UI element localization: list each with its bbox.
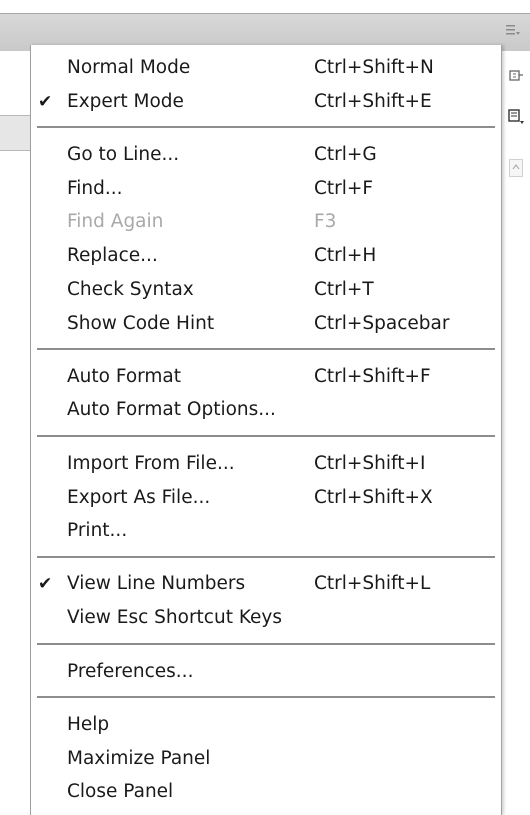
menu-item-help[interactable]: Help — [31, 708, 501, 742]
menu-item-shortcut: Ctrl+Shift+E — [314, 91, 432, 112]
view-options-icon[interactable] — [507, 108, 525, 126]
menu-item-label: View Esc Shortcut Keys — [67, 607, 283, 628]
menu-item-export-as-file[interactable]: Export As File... Ctrl+Shift+X — [31, 481, 501, 515]
menu-item-preferences[interactable]: Preferences... — [31, 655, 501, 689]
menu-item-label: View Line Numbers — [67, 573, 246, 594]
menu-item-label: Preferences... — [67, 661, 194, 682]
menu-separator — [37, 348, 495, 350]
menu-item-label: Go to Line... — [67, 144, 180, 165]
menu-item-view-esc-shortcut-keys[interactable]: View Esc Shortcut Keys — [31, 601, 501, 635]
screen: Normal Mode Ctrl+Shift+N ✔ Expert Mode C… — [0, 0, 530, 815]
menu-item-expert-mode[interactable]: ✔ Expert Mode Ctrl+Shift+E — [31, 85, 501, 119]
script-toolbar-edge — [0, 115, 30, 151]
menu-item-label: Check Syntax — [67, 279, 194, 300]
script-toolbar-right — [500, 51, 530, 815]
menu-item-label: Maximize Panel — [67, 748, 211, 769]
menu-item-find-again: Find Again F3 — [31, 205, 501, 239]
menu-item-shortcut: F3 — [314, 211, 337, 232]
menu-item-label: Expert Mode — [67, 91, 184, 112]
menu-item-shortcut: Ctrl+Shift+X — [314, 487, 433, 508]
menu-separator — [37, 435, 495, 437]
menu-item-label: Find Again — [67, 211, 164, 232]
menu-item-label: Help — [67, 714, 110, 735]
menu-item-label: Auto Format Options... — [67, 399, 276, 420]
menu-item-shortcut: Ctrl+Shift+F — [314, 366, 431, 387]
menu-item-auto-format[interactable]: Auto Format Ctrl+Shift+F — [31, 360, 501, 394]
menu-item-shortcut: Ctrl+Shift+N — [314, 57, 434, 78]
menu-item-maximize-panel[interactable]: Maximize Panel — [31, 742, 501, 776]
menu-item-label: Import From File... — [67, 453, 235, 474]
menu-item-shortcut: Ctrl+Shift+L — [314, 573, 431, 594]
menu-item-view-line-numbers[interactable]: ✔ View Line Numbers Ctrl+Shift+L — [31, 567, 501, 601]
menu-item-shortcut: Ctrl+F — [314, 178, 374, 199]
menu-item-label: Auto Format — [67, 366, 182, 387]
menu-item-replace[interactable]: Replace... Ctrl+H — [31, 239, 501, 273]
menu-item-go-to-line[interactable]: Go to Line... Ctrl+G — [31, 138, 501, 172]
menu-item-label: Normal Mode — [67, 57, 191, 78]
menu-item-normal-mode[interactable]: Normal Mode Ctrl+Shift+N — [31, 51, 501, 85]
menu-item-label: Show Code Hint — [67, 313, 215, 334]
menu-item-import-from-file[interactable]: Import From File... Ctrl+Shift+I — [31, 447, 501, 481]
menu-separator — [37, 556, 495, 558]
menu-item-show-code-hint[interactable]: Show Code Hint Ctrl+Spacebar — [31, 307, 501, 341]
menu-item-shortcut: Ctrl+G — [314, 144, 377, 165]
menu-item-shortcut: Ctrl+T — [314, 279, 374, 300]
menu-item-close-panel[interactable]: Close Panel — [31, 775, 501, 809]
menu-item-shortcut: Ctrl+H — [314, 245, 377, 266]
checkmark-icon: ✔ — [38, 92, 53, 112]
menu-item-label: Replace... — [67, 245, 158, 266]
menu-item-label: Close Panel — [67, 781, 174, 802]
panel-options-icon[interactable] — [504, 23, 522, 41]
checkmark-icon: ✔ — [38, 574, 53, 594]
menu-item-shortcut: Ctrl+Shift+I — [314, 453, 426, 474]
menu-item-label: Find... — [67, 178, 123, 199]
menu-separator — [37, 696, 495, 698]
panel-options-menu: Normal Mode Ctrl+Shift+N ✔ Expert Mode C… — [30, 45, 502, 815]
menu-separator — [37, 126, 495, 128]
script-pane-edge — [0, 51, 30, 151]
menu-item-find[interactable]: Find... Ctrl+F — [31, 172, 501, 206]
menu-item-label: Export As File... — [67, 487, 211, 508]
pin-icon[interactable] — [507, 68, 525, 86]
menu-item-auto-format-options[interactable]: Auto Format Options... — [31, 393, 501, 427]
scroll-up-icon[interactable] — [508, 159, 524, 181]
menu-item-check-syntax[interactable]: Check Syntax Ctrl+T — [31, 273, 501, 307]
menu-item-shortcut: Ctrl+Spacebar — [314, 313, 450, 334]
menu-item-label: Print... — [67, 520, 128, 541]
menu-separator — [37, 643, 495, 645]
menu-item-print[interactable]: Print... — [31, 514, 501, 548]
